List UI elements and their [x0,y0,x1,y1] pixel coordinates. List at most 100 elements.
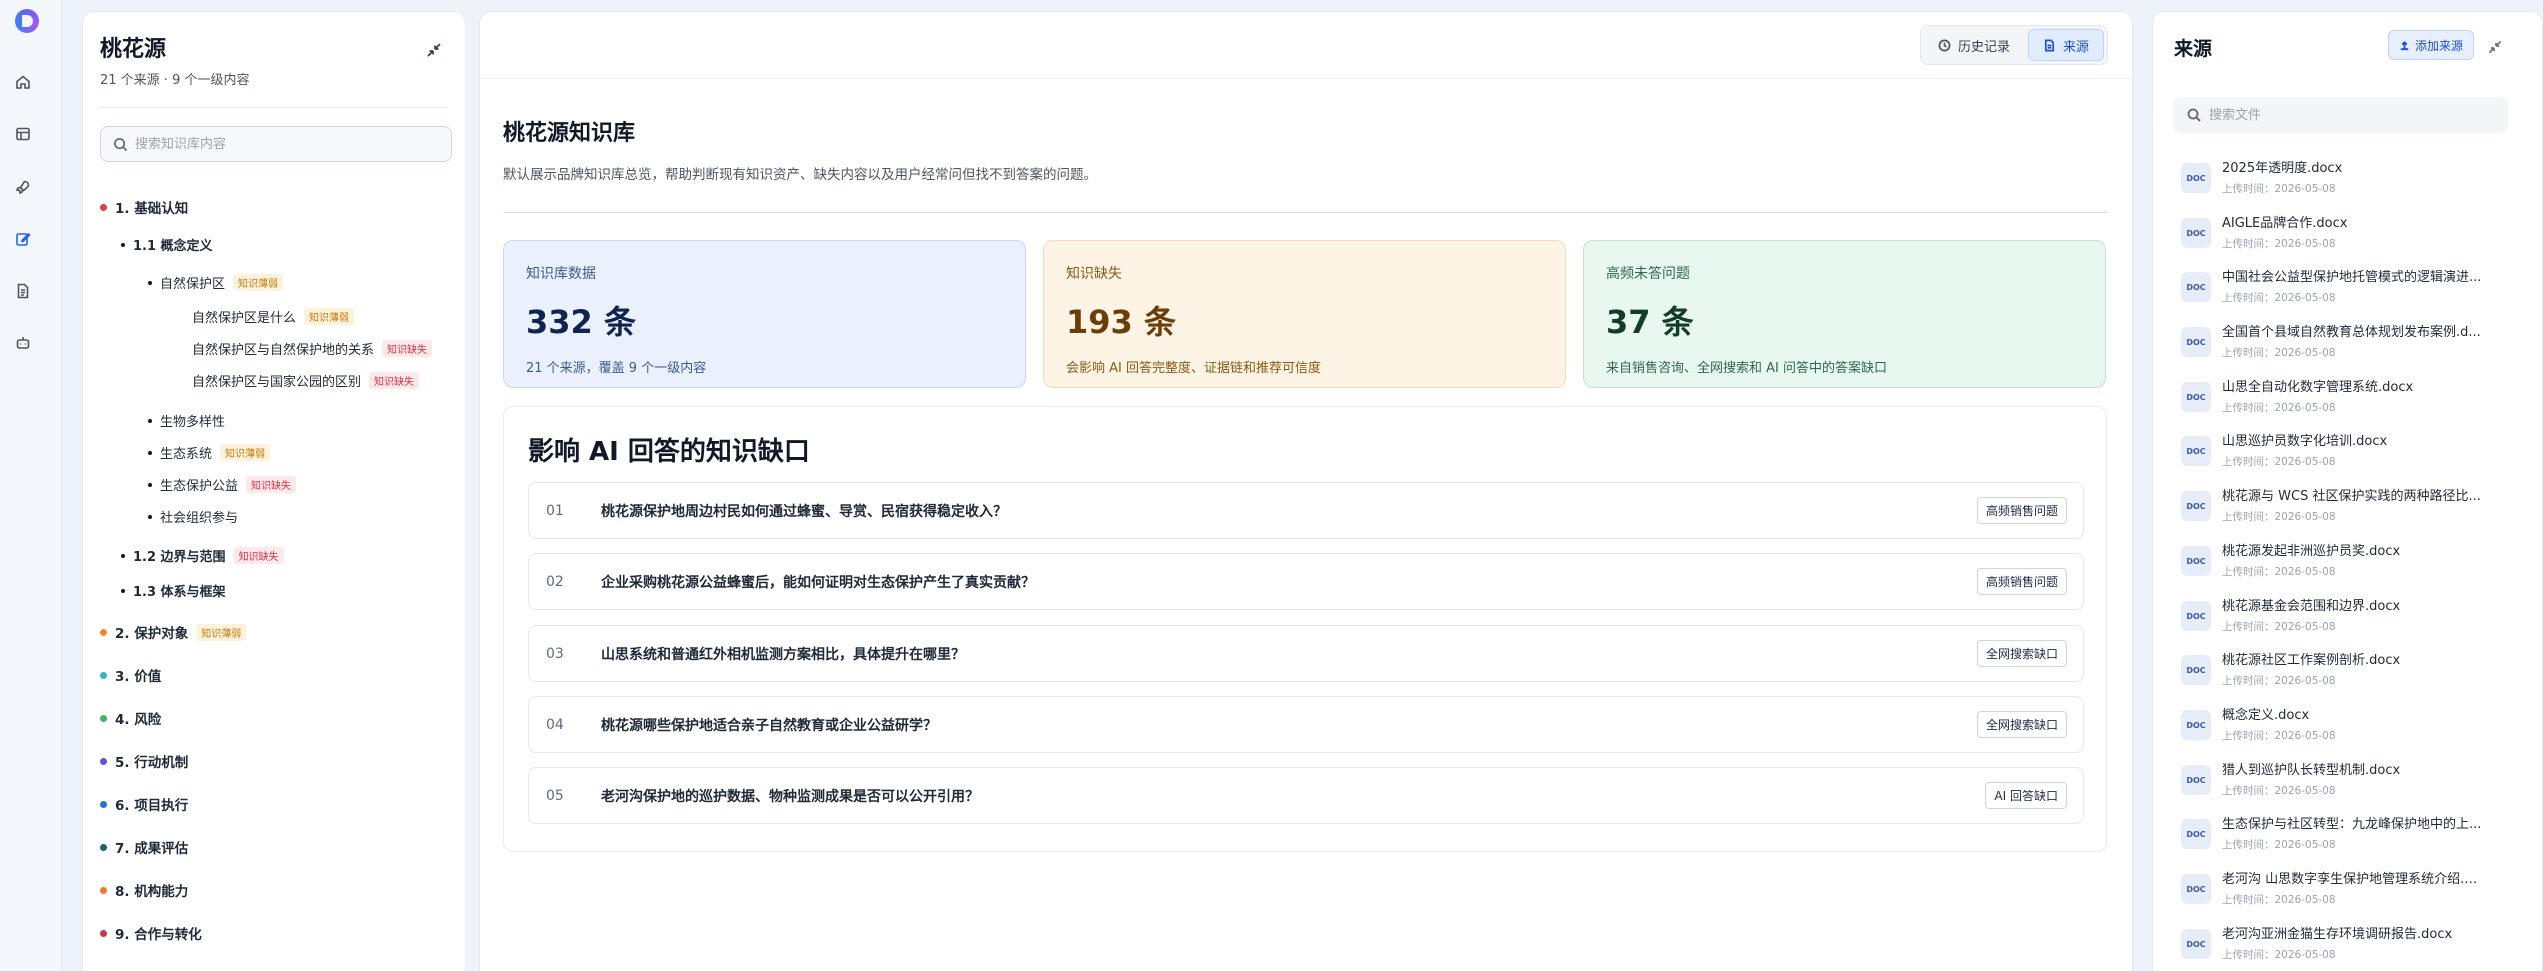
doc-file-icon: DOC [2181,765,2211,795]
stat-description: 会影响 AI 回答完整度、证据链和推荐可信度 [1066,361,1321,376]
tree-node-2[interactable]: 2. 保护对象 知识薄弱 [100,622,247,642]
tree-node-1-3[interactable]: 1.3 体系与框架 [121,581,226,600]
tree-node-4[interactable]: 4. 风险 [100,708,161,728]
gap-question: 老河沟保护地的巡护数据、物种监测成果是否可以公开引用？ [601,788,979,805]
knowledge-search-input[interactable] [135,127,435,161]
edit-icon[interactable] [13,229,33,249]
tree-node-5[interactable]: 5. 行动机制 [100,751,188,771]
doc-file-icon: DOC [2181,436,2211,466]
category-dot [100,757,107,765]
tree-node-9[interactable]: 9. 合作与转化 [100,923,202,943]
file-upload-time: 上传时间：2026-05-08 [2222,839,2336,851]
doc-file-icon: DOC [2181,327,2211,357]
file-upload-time: 上传时间：2026-05-08 [2222,621,2336,633]
source-file-item[interactable]: DOC 2025年透明度.docx 上传时间：2026-05-08 [2181,156,2501,200]
file-icon [2044,39,2055,51]
tree-node-ecosystem[interactable]: 生态系统 知识薄弱 [148,443,271,462]
tree-node-3[interactable]: 3. 价值 [100,665,161,685]
tree-node-biodiversity[interactable]: 生物多样性 [148,411,225,430]
source-file-item[interactable]: DOC 概念定义.docx 上传时间：2026-05-08 [2181,703,2501,747]
tab-sources[interactable]: 来源 [2027,29,2104,61]
panel-subtitle: 21 个来源 · 9 个一级内容 [100,73,250,88]
tree-node-1[interactable]: 1. 基础认知 [100,197,188,217]
main-panel: 历史记录 来源 桃花源知识库 默认展示品牌知识库总览，帮助判断现有知识资产、缺失… [479,11,2133,971]
source-file-item[interactable]: DOC 桃花源发起非洲巡护员奖.docx 上传时间：2026-05-08 [2181,539,2501,583]
rocket-icon[interactable] [13,177,33,197]
search-icon [113,137,128,152]
gap-row[interactable]: 03 山思系统和普通红外相机监测方案相比，具体提升在哪里？ 全网搜索缺口 [528,625,2084,682]
file-name: 桃花源与 WCS 社区保护实践的两种路径比... [2222,489,2481,504]
tree-node-eco-public-welfare[interactable]: 生态保护公益 知识缺失 [148,475,297,494]
knowledge-search[interactable] [100,126,452,162]
file-upload-time: 上传时间：2026-05-08 [2222,566,2336,578]
gap-row[interactable]: 04 桃花源哪些保护地适合亲子自然教育或企业公益研学？ 全网搜索缺口 [528,696,2084,753]
stat-label: 知识缺失 [1066,266,1122,282]
tree-node-label: 1.1 概念定义 [133,239,213,254]
source-file-item[interactable]: DOC 山思全自动化数字管理系统.docx 上传时间：2026-05-08 [2181,375,2501,419]
home-icon[interactable] [13,72,33,92]
file-upload-time: 上传时间：2026-05-08 [2222,785,2336,797]
stat-description: 来自销售咨询、全网搜索和 AI 问答中的答案缺口 [1606,361,1887,376]
source-file-item[interactable]: DOC 老河沟亚洲金猫生存环境调研报告.docx 上传时间：2026-05-08 [2181,922,2501,966]
stat-value: 37 条 [1606,303,1694,341]
section-title: 影响 AI 回答的知识缺口 [528,437,810,467]
tree-node-1-1[interactable]: 1.1 概念定义 [121,235,213,254]
source-file-item[interactable]: DOC AIGLE品牌合作.docx 上传时间：2026-05-08 [2181,211,2501,255]
tree-node-nature-reserve[interactable]: 自然保护区 知识薄弱 [148,273,284,292]
tree-node-leaf[interactable]: 自然保护区与国家公园的区别 知识缺失 [192,371,420,390]
source-file-item[interactable]: DOC 桃花源社区工作案例剖析.docx 上传时间：2026-05-08 [2181,648,2501,692]
file-search[interactable] [2173,97,2508,133]
tree-node-label: 1. 基础认知 [115,201,189,217]
category-dot [100,800,107,808]
tree-node-leaf[interactable]: 自然保护区是什么 知识薄弱 [192,307,355,326]
add-source-button[interactable]: 添加来源 [2388,30,2475,60]
collapse-icon[interactable] [426,42,442,58]
stat-description: 21 个来源，覆盖 9 个一级内容 [526,361,707,376]
weak-knowledge-tag: 知识薄弱 [196,623,247,641]
source-file-item[interactable]: DOC 桃花源基金会范围和边界.docx 上传时间：2026-05-08 [2181,594,2501,638]
missing-knowledge-tag: 知识缺失 [246,476,297,493]
source-file-item[interactable]: DOC 老河沟 山思数字孪生保护地管理系统介绍.d... 上传时间：2026-05-… [2181,867,2501,911]
gap-number: 03 [546,645,564,662]
bullet [148,418,152,423]
category-dot [100,843,107,851]
button-label: 添加来源 [2415,38,2464,53]
gap-row[interactable]: 01 桃花源保护地周边村民如何通过蜂蜜、导赏、民宿获得稳定收入？ 高频销售问题 [528,482,2084,539]
tree-node-label: 1.3 体系与框架 [133,585,226,600]
panel-title: 桃花源 [100,37,167,62]
file-search-input[interactable] [2209,97,2489,133]
divider [503,212,2108,213]
source-file-item[interactable]: DOC 猎人到巡护队长转型机制.docx 上传时间：2026-05-08 [2181,758,2501,802]
gap-row[interactable]: 02 企业采购桃花源公益蜂蜜后，能如何证明对生态保护产生了真实贡献？ 高频销售问… [528,553,2084,610]
file-name: 全国首个县域自然教育总体规划发布案例.d... [2222,325,2481,340]
tab-history[interactable]: 历史记录 [1924,29,2024,61]
bullet [148,514,152,519]
tree-node-7[interactable]: 7. 成果评估 [100,837,188,857]
source-file-item[interactable]: DOC 全国首个县域自然教育总体规划发布案例.d... 上传时间：2026-05-0… [2181,320,2501,364]
document-icon[interactable] [13,281,33,301]
doc-file-icon: DOC [2181,874,2211,904]
tree-node-leaf[interactable]: 自然保护区与自然保护地的关系 知识缺失 [192,339,433,358]
source-file-item[interactable]: DOC 生态保护与社区转型：九龙峰保护地中的上... 上传时间：2026-05-08 [2181,812,2501,856]
panel-title: 来源 [2174,38,2213,60]
file-name: 桃花源发起非洲巡护员奖.docx [2222,544,2401,559]
page-title: 桃花源知识库 [503,121,636,146]
app-logo-icon[interactable] [15,9,39,33]
source-file-item[interactable]: DOC 桃花源与 WCS 社区保护实践的两种路径比... 上传时间：2026-05-… [2181,484,2501,528]
layout-icon[interactable] [13,124,33,144]
tree-node-8[interactable]: 8. 机构能力 [100,880,188,900]
tree-node-label: 8. 机构能力 [115,884,189,900]
source-file-item[interactable]: DOC 山思巡护员数字化培训.docx 上传时间：2026-05-08 [2181,429,2501,473]
robot-icon[interactable] [13,333,33,353]
expand-icon[interactable] [2488,39,2502,54]
tree-node-1-2[interactable]: 1.2 边界与范围 知识缺失 [121,546,284,565]
tree-node-social-org[interactable]: 社会组织参与 [148,507,238,526]
file-name: 老河沟 山思数字孪生保护地管理系统介绍.d... [2222,872,2484,887]
file-upload-time: 上传时间：2026-05-08 [2222,511,2336,523]
gap-row[interactable]: 05 老河沟保护地的巡护数据、物种监测成果是否可以公开引用？ AI 回答缺口 [528,767,2084,824]
bullet [121,242,125,247]
tree-node-6[interactable]: 6. 项目执行 [100,794,188,814]
doc-file-icon: DOC [2181,929,2211,959]
bullet [121,588,125,593]
source-file-item[interactable]: DOC 中国社会公益型保护地托管模式的逻辑演进... 上传时间：2026-05-08 [2181,265,2501,309]
